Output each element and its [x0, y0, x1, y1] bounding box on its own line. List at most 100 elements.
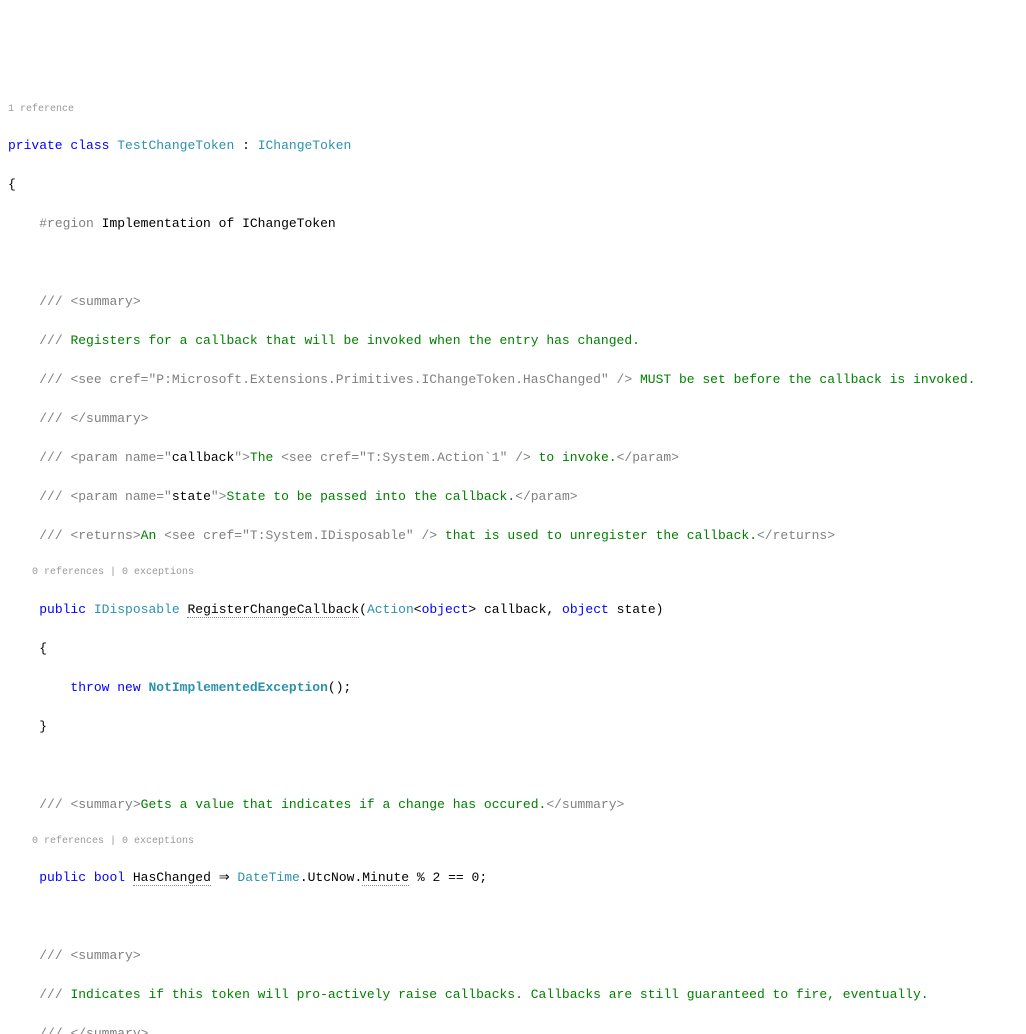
xml-tag: " /> [500, 450, 531, 465]
xml-tag: <see cref=" [281, 450, 367, 465]
code-editor[interactable]: 1 reference private class TestChangeToke… [8, 82, 1018, 1034]
xml-comment: State to be passed into the callback. [226, 489, 515, 504]
xml-tag: "> [234, 450, 250, 465]
code-line: /// <summary>Gets a value that indicates… [8, 795, 1018, 815]
xml-doc: /// [39, 948, 62, 963]
property-name: HasChanged [133, 870, 211, 886]
xml-comment: Indicates if this token will pro-activel… [70, 987, 928, 1002]
code-line: { [8, 639, 1018, 659]
brace-close: } [39, 719, 47, 734]
xml-cref: T:System.Action`1 [367, 450, 500, 465]
xml-doc: /// [39, 528, 62, 543]
keyword-public: public [39, 870, 86, 885]
xml-param-name: state [172, 489, 211, 504]
brace-open: { [39, 641, 47, 656]
param-name: state [617, 602, 656, 617]
xml-tag: " /> [601, 372, 632, 387]
xml-doc: /// [39, 1026, 62, 1034]
code-line [8, 756, 1018, 776]
code-line [8, 907, 1018, 927]
xml-comment: MUST be set before the callback is invok… [632, 372, 975, 387]
xml-doc: /// [39, 797, 62, 812]
xml-tag: <see cref=" [70, 372, 156, 387]
code-line: { [8, 175, 1018, 195]
xml-cref: P:Microsoft.Extensions.Primitives.IChang… [156, 372, 601, 387]
xml-tag: </param> [515, 489, 577, 504]
code-line: private class TestChangeToken : IChangeT… [8, 136, 1018, 156]
code-line: /// <see cref="P:Microsoft.Extensions.Pr… [8, 370, 1018, 390]
param-name: callback [484, 602, 546, 617]
keyword-private: private [8, 138, 63, 153]
keyword-throw: throw [70, 680, 109, 695]
arrow: ⇒ [211, 870, 238, 885]
xml-cref: T:System.IDisposable [250, 528, 406, 543]
region-start: #region [39, 216, 94, 231]
code-line: /// <param name="state">State to be pass… [8, 487, 1018, 507]
code-line [8, 253, 1018, 273]
code-line: /// Indicates if this token will pro-act… [8, 985, 1018, 1005]
xml-tag: <summary> [70, 948, 140, 963]
xml-doc: /// [39, 294, 62, 309]
xml-doc: /// [39, 489, 62, 504]
xml-comment: to invoke. [531, 450, 617, 465]
keyword-object: object [562, 602, 609, 617]
type-name: Action [367, 602, 414, 617]
xml-doc: /// [39, 450, 62, 465]
xml-tag: <summary> [70, 294, 140, 309]
type-name: NotImplementedException [148, 680, 327, 695]
codelens-top: 1 reference [8, 102, 1018, 117]
keyword-bool: bool [94, 870, 125, 885]
keyword-public: public [39, 602, 86, 617]
xml-tag: <see cref=" [164, 528, 250, 543]
eq-op: == [440, 870, 471, 885]
xml-tag: </param> [617, 450, 679, 465]
keyword-class: class [70, 138, 109, 153]
code-line: public IDisposable RegisterChangeCallbac… [8, 600, 1018, 620]
code-line: /// </summary> [8, 1024, 1018, 1034]
xml-comment: The [250, 450, 281, 465]
xml-comment: that is used to unregister the callback. [437, 528, 757, 543]
xml-tag: <param name=" [70, 450, 171, 465]
type-name: TestChangeToken [117, 138, 234, 153]
xml-doc: /// [39, 987, 62, 1002]
xml-tag: </summary> [70, 1026, 148, 1034]
literal: 2 [432, 870, 440, 885]
type-name: IChangeToken [258, 138, 352, 153]
mod-op: % [409, 870, 432, 885]
xml-tag: </summary> [546, 797, 624, 812]
xml-tag: "> [211, 489, 227, 504]
xml-tag: <returns> [70, 528, 140, 543]
xml-tag: " /> [406, 528, 437, 543]
literal: 0 [472, 870, 480, 885]
codelens: 0 references | 0 exceptions [8, 565, 1018, 580]
xml-tag: </summary> [70, 411, 148, 426]
code-line: /// <param name="callback">The <see cref… [8, 448, 1018, 468]
xml-doc: /// [39, 333, 62, 348]
code-line: throw new NotImplementedException(); [8, 678, 1018, 698]
member: Minute [362, 870, 409, 886]
type-name: DateTime [237, 870, 299, 885]
colon: : [234, 138, 257, 153]
paren-open: ( [359, 602, 367, 617]
method-name: RegisterChangeCallback [187, 602, 359, 618]
codelens: 0 references | 0 exceptions [8, 834, 1018, 849]
code-line: #region Implementation of IChangeToken [8, 214, 1018, 234]
xml-doc: /// [39, 411, 62, 426]
xml-tag: <param name=" [70, 489, 171, 504]
paren-close: ) [656, 602, 664, 617]
brace-open: { [8, 177, 16, 192]
code-line: public bool HasChanged ⇒ DateTime.UtcNow… [8, 868, 1018, 888]
code-line: /// Registers for a callback that will b… [8, 331, 1018, 351]
empty-call: (); [328, 680, 351, 695]
type-name: IDisposable [94, 602, 180, 617]
member: UtcNow [308, 870, 355, 885]
xml-tag: <summary> [70, 797, 140, 812]
xml-doc: /// [39, 372, 62, 387]
code-line: /// <summary> [8, 292, 1018, 312]
xml-comment: Gets a value that indicates if a change … [141, 797, 547, 812]
keyword-object: object [422, 602, 469, 617]
code-line: /// <returns>An <see cref="T:System.IDis… [8, 526, 1018, 546]
code-line: /// <summary> [8, 946, 1018, 966]
xml-comment: Registers for a callback that will be in… [70, 333, 640, 348]
xml-tag: </returns> [757, 528, 835, 543]
